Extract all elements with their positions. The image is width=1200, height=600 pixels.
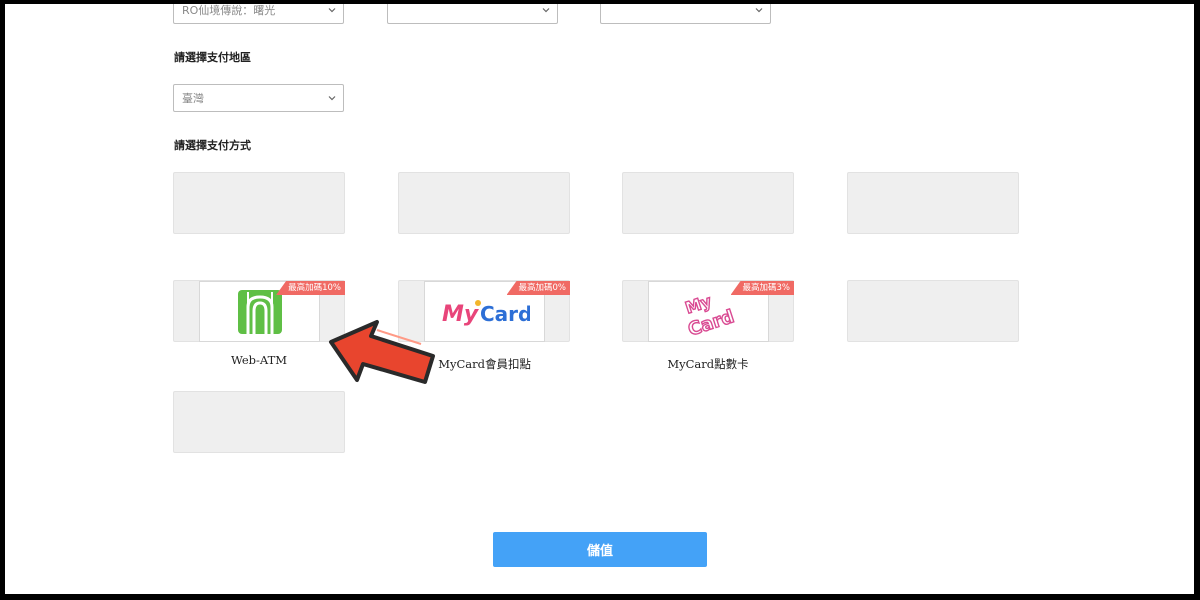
web-atm-logo-icon xyxy=(237,289,282,334)
page: RO仙境傳說：曙光 請選擇支付地區 臺灣 請選擇支付方式 最高加碼10% Web… xyxy=(5,4,1194,594)
submit-button[interactable]: 儲值 xyxy=(493,532,707,567)
chevron-down-icon xyxy=(542,8,550,13)
svg-text:My: My xyxy=(442,302,480,327)
payment-option-web-atm[interactable]: 最高加碼10% xyxy=(173,280,345,342)
mycard-logo-icon: My Card xyxy=(442,299,530,327)
payment-option-caption: Web-ATM xyxy=(230,353,288,367)
chevron-down-icon xyxy=(755,8,763,13)
payment-option-mycard-point-card[interactable]: My Card 最高加碼3% xyxy=(622,280,794,342)
payment-option-caption: MyCard點數卡 xyxy=(667,357,749,371)
server-select[interactable] xyxy=(387,4,558,24)
svg-text:Card: Card xyxy=(480,302,530,326)
bonus-badge: 最高加碼10% xyxy=(276,281,345,295)
payment-option-blank[interactable] xyxy=(847,172,1019,234)
game-select-value: RO仙境傳說：曙光 xyxy=(182,4,276,17)
character-select[interactable] xyxy=(600,4,771,24)
bonus-badge: 最高加碼0% xyxy=(506,281,570,295)
region-select-value: 臺灣 xyxy=(182,92,204,105)
region-select[interactable]: 臺灣 xyxy=(173,84,344,112)
game-select[interactable]: RO仙境傳說：曙光 xyxy=(173,4,344,24)
region-label: 請選擇支付地區 xyxy=(174,51,251,64)
payment-option-blank[interactable] xyxy=(173,391,345,453)
bonus-badge: 最高加碼3% xyxy=(730,281,794,295)
payment-option-blank[interactable] xyxy=(622,172,794,234)
payment-method-label: 請選擇支付方式 xyxy=(174,139,251,152)
payment-option-blank[interactable] xyxy=(398,172,570,234)
red-arrow-annotation-icon xyxy=(329,320,435,384)
chevron-down-icon xyxy=(328,96,336,101)
chevron-down-icon xyxy=(328,8,336,13)
payment-option-blank[interactable] xyxy=(847,280,1019,342)
payment-option-blank[interactable] xyxy=(173,172,345,234)
